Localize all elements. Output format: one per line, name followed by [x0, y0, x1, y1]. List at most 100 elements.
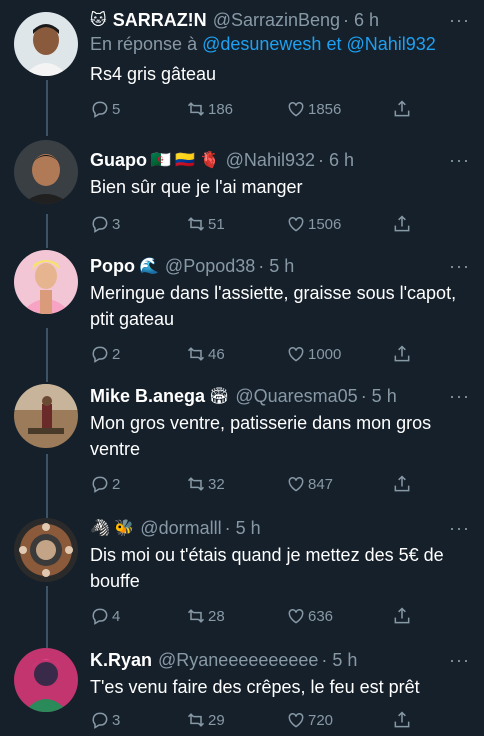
retweet-button[interactable]: 28	[186, 606, 286, 626]
heart-icon	[288, 101, 304, 117]
more-icon[interactable]: ···	[449, 650, 470, 671]
share-icon	[394, 475, 410, 492]
like-count: 636	[308, 607, 334, 625]
username[interactable]: @SarrazinBeng	[213, 10, 340, 31]
tweet-header: 🐱 SARRAZ!N @SarrazinBeng · 6 h ···	[90, 8, 472, 32]
reply-count: 3	[112, 215, 121, 233]
retweet-button[interactable]: 32	[186, 474, 286, 494]
retweet-count: 51	[208, 215, 225, 233]
reply-button[interactable]: 2	[90, 474, 186, 494]
share-button[interactable]	[392, 344, 414, 364]
reply-icon	[92, 608, 108, 625]
retweet-button[interactable]: 186	[186, 99, 286, 119]
retweet-button[interactable]: 29	[186, 710, 286, 730]
avatar[interactable]	[14, 518, 78, 582]
timestamp[interactable]: · 5 h	[361, 386, 397, 407]
like-button[interactable]: 636	[286, 606, 392, 626]
name-emoji: 🦓 🐝	[90, 520, 135, 537]
tweet-6[interactable]: K.Ryan @Ryaneeeeeeeeee · 5 h ··· T'es ve…	[0, 646, 484, 736]
username[interactable]: @dormalll	[140, 518, 221, 539]
name-prefix-emoji: 🐱	[90, 12, 107, 29]
name-emoji: 🌊	[139, 258, 159, 275]
tweet-5[interactable]: 🦓 🐝 @dormalll · 5 h ··· Dis moi ou t'éta…	[0, 514, 484, 646]
like-button[interactable]: 847	[286, 474, 392, 494]
retweet-count: 32	[208, 475, 225, 493]
like-count: 1506	[308, 215, 342, 233]
like-button[interactable]: 720	[286, 710, 392, 730]
thread-line	[46, 328, 48, 380]
retweet-count: 29	[208, 711, 225, 729]
reply-users-link[interactable]: @desunewesh et @Nahil932	[202, 34, 436, 54]
username[interactable]: @Nahil932	[226, 150, 315, 171]
username[interactable]: @Ryaneeeeeeeeee	[158, 650, 318, 671]
timestamp[interactable]: · 6 h	[318, 150, 354, 171]
reply-button[interactable]: 3	[90, 710, 186, 730]
avatar[interactable]	[14, 140, 78, 204]
share-button[interactable]	[392, 214, 414, 234]
tweet-1[interactable]: 🐱 SARRAZ!N @SarrazinBeng · 6 h ··· En ré…	[0, 0, 484, 126]
reply-icon	[92, 476, 108, 493]
timestamp[interactable]: · 5 h	[258, 256, 294, 277]
reply-button[interactable]: 2	[90, 344, 186, 364]
share-icon	[394, 215, 410, 232]
share-button[interactable]	[392, 474, 414, 494]
retweet-button[interactable]: 46	[186, 344, 286, 364]
share-icon	[394, 100, 410, 117]
heart-icon	[288, 216, 304, 232]
tweet-header: Mike B.anega 🏟 @Quaresma05 · 5 h ···	[90, 384, 472, 408]
thread-line	[46, 80, 48, 126]
avatar[interactable]	[14, 648, 78, 712]
avatar[interactable]	[14, 250, 78, 314]
avatar[interactable]	[14, 384, 78, 448]
tweet-4[interactable]: Mike B.anega 🏟 @Quaresma05 · 5 h ··· Mon…	[0, 380, 484, 514]
retweet-icon	[187, 477, 205, 491]
reply-count: 2	[112, 475, 121, 493]
thread-line	[46, 586, 48, 646]
tweet-actions: 3 51 1506	[90, 212, 472, 236]
retweet-count: 186	[208, 100, 234, 118]
more-icon[interactable]: ···	[449, 386, 470, 407]
reply-label: En réponse à	[90, 34, 198, 54]
reply-icon	[92, 216, 108, 233]
share-button[interactable]	[392, 99, 414, 119]
more-icon[interactable]: ···	[449, 256, 470, 277]
like-count: 1856	[308, 100, 342, 118]
avatar[interactable]	[14, 12, 78, 76]
retweet-button[interactable]: 51	[186, 214, 286, 234]
thread-line	[46, 214, 48, 246]
display-name[interactable]: Popo	[90, 256, 135, 277]
like-button[interactable]: 1506	[286, 214, 392, 234]
heart-icon	[288, 346, 304, 362]
reply-button[interactable]: 5	[90, 99, 186, 119]
display-name[interactable]: Mike B.anega	[90, 386, 205, 407]
display-name[interactable]: Guapo	[90, 150, 147, 171]
tweet-2[interactable]: Guapo 🇩🇿 🇨🇴 🫀 @Nahil932 · 6 h ··· Bien s…	[0, 126, 484, 246]
reply-icon	[92, 346, 108, 363]
like-button[interactable]: 1856	[286, 99, 392, 119]
heart-icon	[288, 608, 304, 624]
like-count: 1000	[308, 345, 342, 363]
more-icon[interactable]: ···	[449, 150, 470, 171]
retweet-icon	[187, 217, 205, 231]
tweet-actions: 3 29 720	[90, 708, 472, 732]
like-button[interactable]: 1000	[286, 344, 392, 364]
timestamp[interactable]: · 6 h	[343, 10, 379, 31]
thread-line	[46, 454, 48, 514]
retweet-icon	[187, 713, 205, 727]
display-name[interactable]: K.Ryan	[90, 650, 152, 671]
tweet-3[interactable]: Popo 🌊 @Popod38 · 5 h ··· Meringue dans …	[0, 246, 484, 380]
username[interactable]: @Quaresma05	[235, 386, 357, 407]
share-button[interactable]	[392, 710, 414, 730]
more-icon[interactable]: ···	[449, 10, 470, 31]
reply-button[interactable]: 4	[90, 606, 186, 626]
timestamp[interactable]: · 5 h	[225, 518, 261, 539]
more-icon[interactable]: ···	[449, 518, 470, 539]
display-name[interactable]: SARRAZ!N	[113, 10, 207, 31]
reply-button[interactable]: 3	[90, 214, 186, 234]
share-icon	[394, 345, 410, 362]
username[interactable]: @Popod38	[165, 256, 255, 277]
timestamp[interactable]: · 5 h	[321, 650, 357, 671]
share-button[interactable]	[392, 606, 414, 626]
tweet-text: Rs4 gris gâteau	[90, 64, 217, 84]
tweet-text: Mon gros ventre, patisserie dans mon gro…	[90, 413, 432, 459]
